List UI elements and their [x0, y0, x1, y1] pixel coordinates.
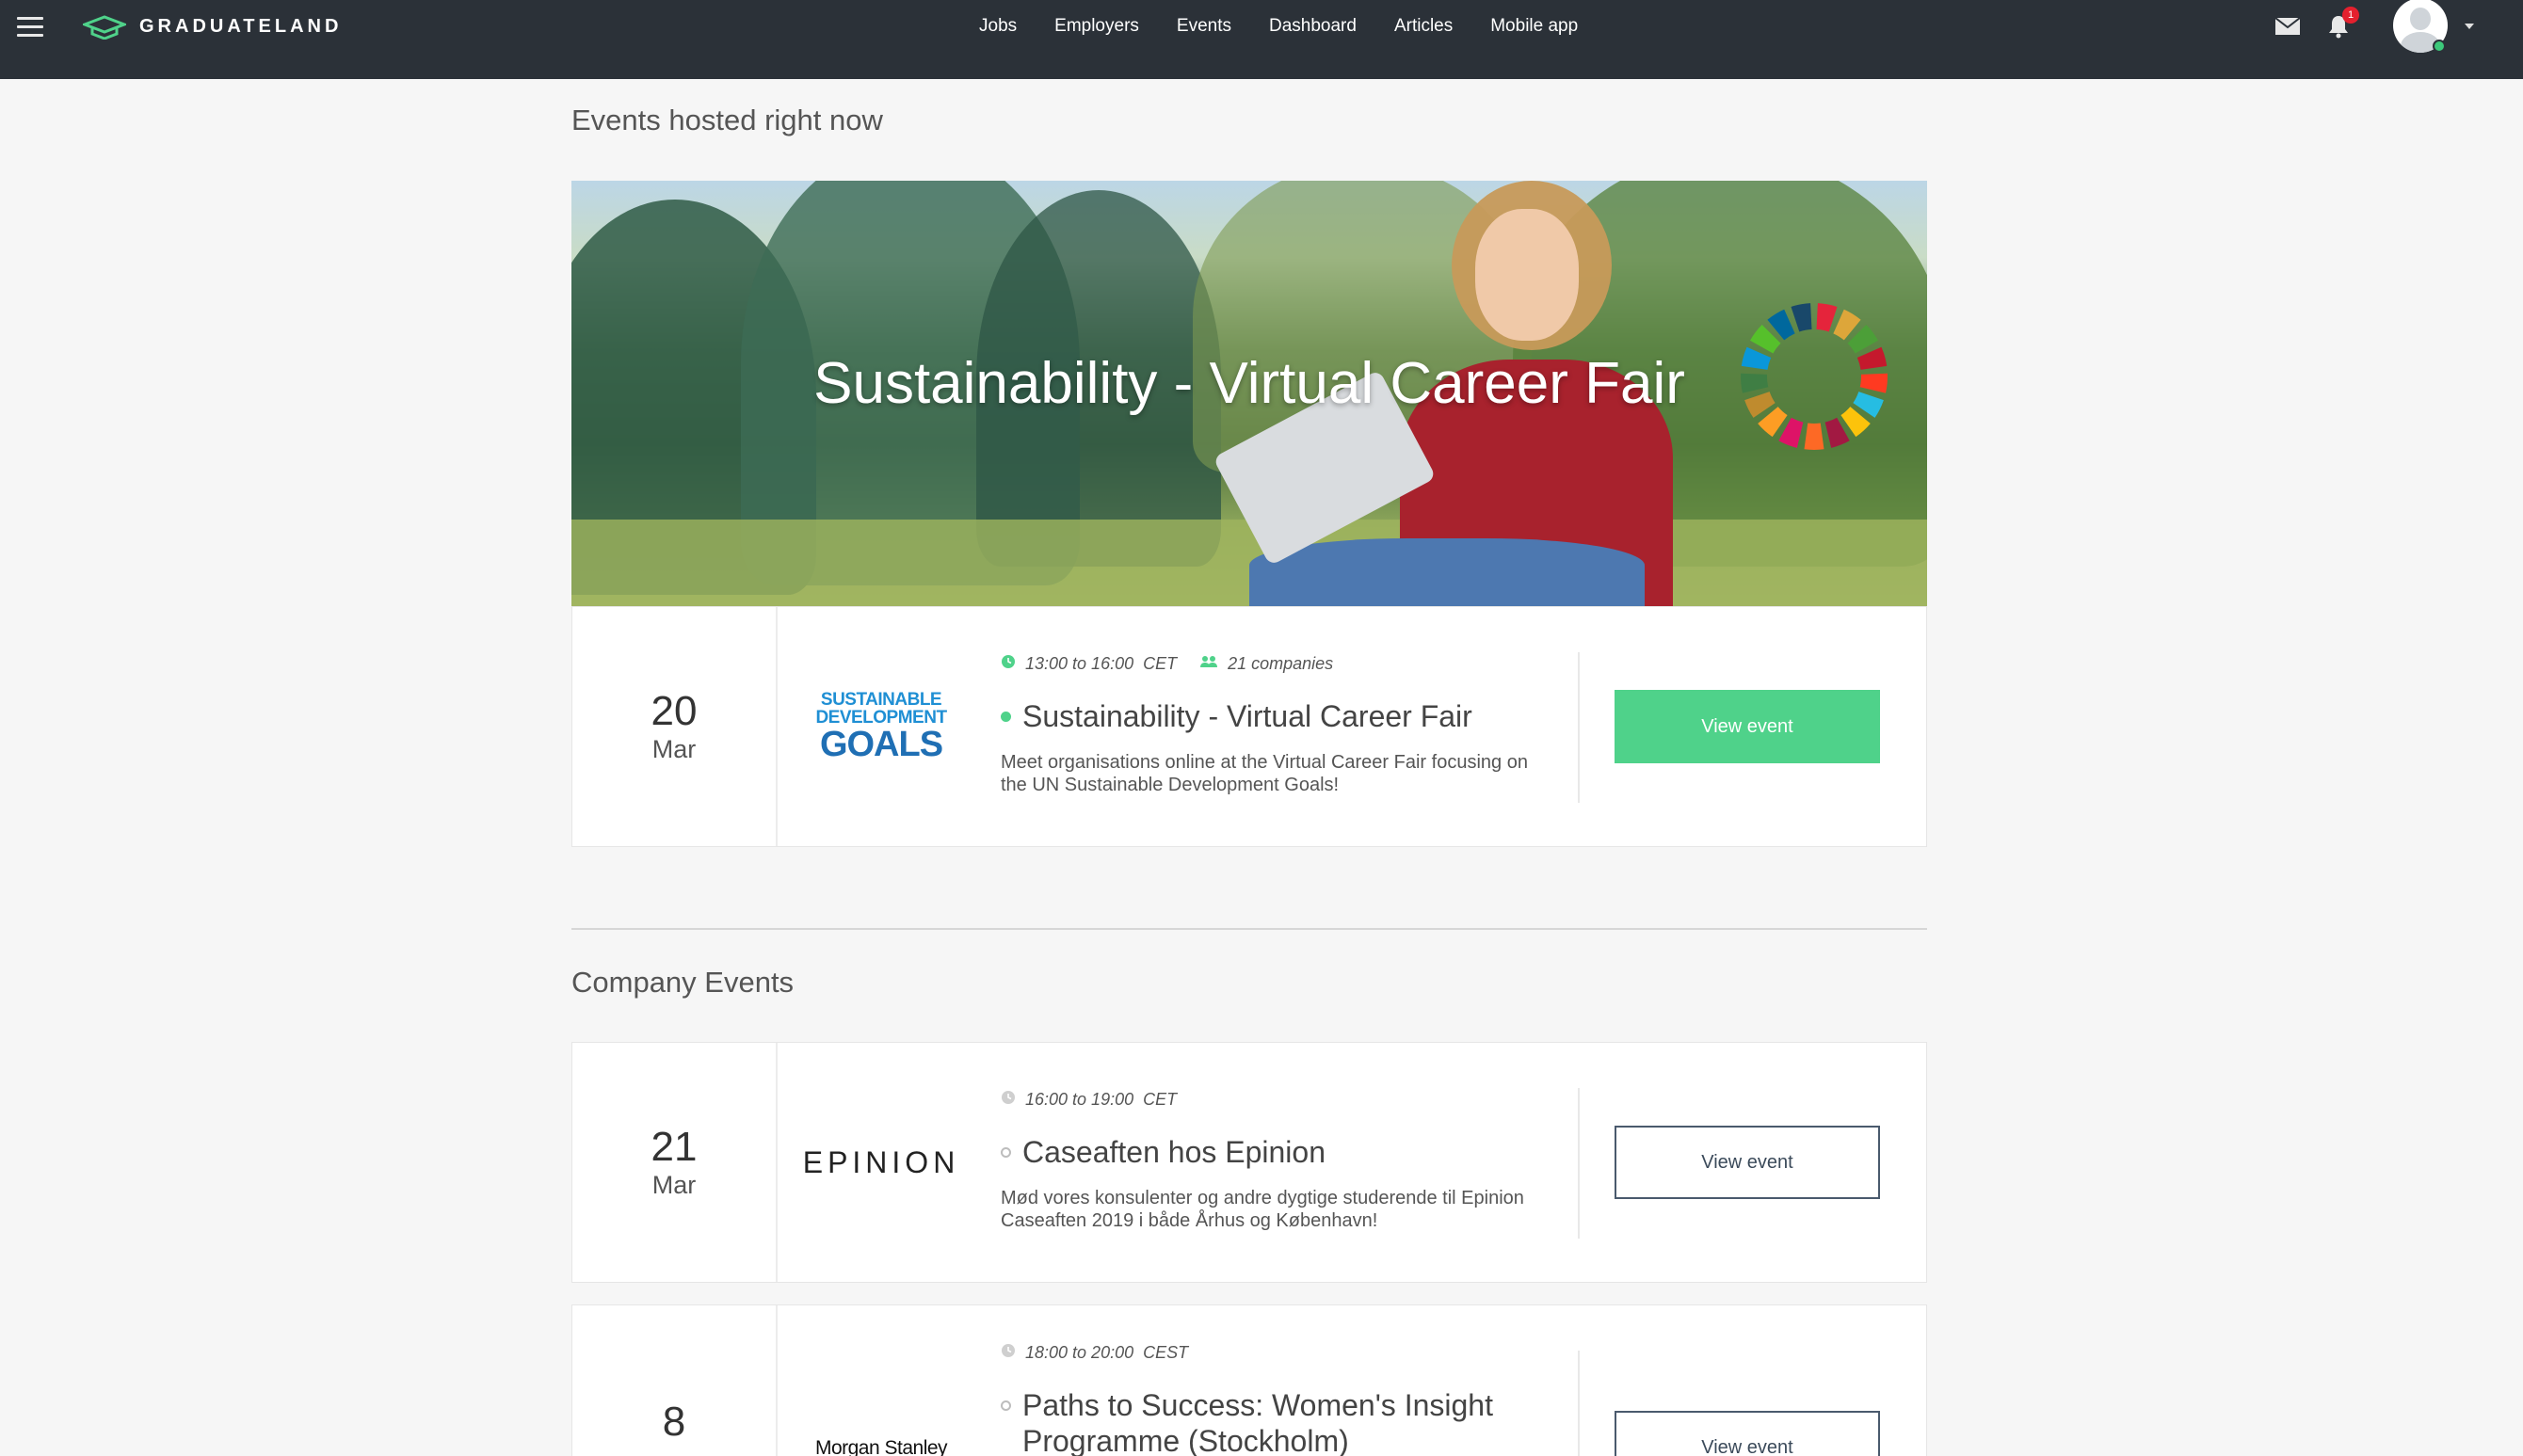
status-dot	[1001, 1400, 1011, 1411]
event-day: 8	[662, 1399, 686, 1445]
event-title[interactable]: Paths to Success: Women's Insight Progra…	[1022, 1387, 1556, 1456]
event-companies: 21 companies	[1228, 654, 1334, 673]
graduateland-logo-icon	[83, 13, 126, 40]
clock-icon	[1001, 654, 1016, 674]
event-timezone: CET	[1143, 1090, 1178, 1109]
event-card[interactable]: 20 Mar SUSTAINABLE DEVELOPMENT GOALS 13:…	[571, 606, 1927, 847]
view-event-button[interactable]: View event	[1615, 1411, 1880, 1456]
event-date: 8	[572, 1305, 778, 1456]
sdg-wheel-segment	[1741, 373, 1769, 393]
event-timezone: CEST	[1143, 1343, 1189, 1362]
event-title-row: Paths to Success: Women's Insight Progra…	[1001, 1387, 1556, 1456]
nav-jobs[interactable]: Jobs	[979, 16, 1017, 37]
live-status-dot	[1001, 712, 1011, 722]
morgan-stanley-logo-text: Morgan Stanley	[814, 1437, 948, 1456]
divider	[1578, 1088, 1580, 1239]
event-month: Mar	[651, 1171, 697, 1199]
event-info: 16:00 to 19:00 CET Caseaften hos Epinion…	[1001, 1090, 1556, 1232]
event-meta: 16:00 to 19:00 CET	[1001, 1090, 1556, 1110]
avatar[interactable]	[2393, 0, 2448, 53]
brand-name: GRADUATELAND	[139, 15, 343, 37]
event-month: Mar	[651, 735, 697, 763]
morgan-stanley-logo: Morgan Stanley	[806, 1305, 956, 1456]
event-card[interactable]: 21 Mar EPINION 16:00 to 19:00 CET Caseaf…	[571, 1042, 1927, 1283]
online-status-dot	[2433, 40, 2446, 53]
view-event-button[interactable]: View event	[1615, 1126, 1880, 1199]
main-nav: Jobs Employers Events Dashboard Articles…	[979, 9, 1615, 43]
status-dot	[1001, 1147, 1011, 1158]
clock-icon	[1001, 1090, 1016, 1110]
logo-line-1: SUSTAINABLE	[820, 690, 942, 710]
hero-title: Sustainability - Virtual Career Fair	[813, 351, 1685, 416]
event-time: 13:00 to 16:00	[1025, 654, 1134, 673]
nav-mobile-app[interactable]: Mobile app	[1490, 16, 1578, 37]
sdg-wheel-icon	[1741, 303, 1888, 450]
nav-right: 1	[2274, 0, 2474, 53]
nav-events[interactable]: Events	[1177, 16, 1231, 37]
event-card[interactable]: 8 Morgan Stanley 18:00 to 20:00 CEST Pat…	[571, 1304, 1927, 1456]
nav-dashboard[interactable]: Dashboard	[1269, 16, 1357, 37]
view-event-button[interactable]: View event	[1615, 690, 1880, 763]
top-navbar: GRADUATELAND Jobs Employers Events Dashb…	[0, 0, 2523, 79]
event-timezone: CET	[1143, 654, 1178, 673]
event-time: 18:00 to 20:00	[1025, 1343, 1134, 1362]
menu-icon[interactable]	[17, 17, 45, 38]
event-title[interactable]: Sustainability - Virtual Career Fair	[1022, 698, 1472, 734]
event-day: 20	[651, 687, 698, 734]
event-date: 21 Mar	[572, 1043, 778, 1282]
event-info: 18:00 to 20:00 CEST Paths to Success: Wo…	[1001, 1343, 1556, 1456]
section-title-hosted: Events hosted right now	[571, 104, 883, 136]
event-date: 20 Mar	[572, 607, 778, 846]
event-description: Mød vores konsulenter og andre dygtige s…	[1001, 1188, 1524, 1232]
notifications-button[interactable]: 1	[2327, 7, 2359, 39]
notification-badge: 1	[2342, 7, 2359, 24]
event-title-row: Sustainability - Virtual Career Fair	[1001, 698, 1556, 734]
event-info: 13:00 to 16:00 CET 21 companies Sustaina…	[1001, 654, 1556, 796]
sdg-wheel-segment	[1816, 303, 1838, 332]
divider	[1578, 1351, 1580, 1456]
sdg-wheel-segment	[1859, 373, 1888, 393]
event-time: 16:00 to 19:00	[1025, 1090, 1134, 1109]
section-divider	[571, 928, 1927, 930]
divider	[1578, 652, 1580, 803]
companies-icon	[1199, 654, 1218, 674]
nav-articles[interactable]: Articles	[1394, 16, 1453, 37]
clock-icon	[1001, 1343, 1016, 1363]
sdg-wheel-segment	[1741, 346, 1772, 370]
sdg-wheel-segment	[1791, 303, 1812, 332]
nav-employers[interactable]: Employers	[1054, 16, 1139, 37]
event-title[interactable]: Caseaften hos Epinion	[1022, 1134, 1326, 1170]
chevron-down-icon[interactable]	[2465, 24, 2474, 29]
sdg-logo: SUSTAINABLE DEVELOPMENT GOALS	[806, 607, 956, 846]
sdg-wheel-segment	[1856, 346, 1888, 370]
logo-line-3: GOALS	[819, 725, 943, 764]
event-description: Meet organisations online at the Virtual…	[1001, 752, 1528, 796]
event-title-row: Caseaften hos Epinion	[1001, 1134, 1556, 1170]
event-meta: 13:00 to 16:00 CET 21 companies	[1001, 654, 1556, 674]
sdg-wheel-segment	[1804, 423, 1824, 450]
epinion-logo-text: EPINION	[802, 1144, 960, 1179]
event-meta: 18:00 to 20:00 CEST	[1001, 1343, 1556, 1363]
hero-banner[interactable]: Sustainability - Virtual Career Fair	[571, 181, 1927, 606]
epinion-logo: EPINION	[803, 1043, 956, 1282]
brand[interactable]: GRADUATELAND	[83, 11, 342, 41]
mail-icon[interactable]	[2274, 17, 2301, 36]
section-title-company: Company Events	[571, 966, 795, 999]
event-day: 21	[651, 1123, 698, 1170]
